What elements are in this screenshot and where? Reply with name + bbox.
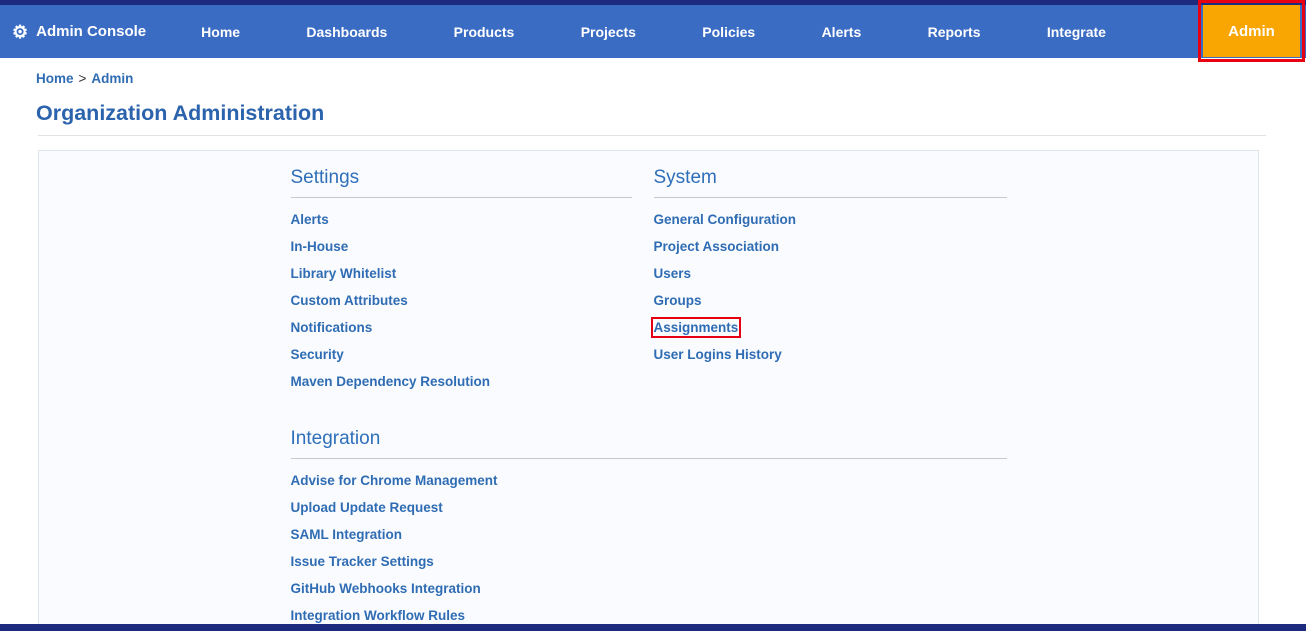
integration-heading: Integration xyxy=(290,428,1007,459)
link-in-house[interactable]: In-House xyxy=(291,239,349,254)
nav-item-integrate[interactable]: Integrate xyxy=(1047,24,1106,40)
link-custom-attributes[interactable]: Custom Attributes xyxy=(291,293,408,308)
link-alerts[interactable]: Alerts xyxy=(291,212,329,227)
nav-item-home[interactable]: Home xyxy=(201,24,240,40)
breadcrumb-admin-link[interactable]: Admin xyxy=(91,71,133,86)
brand[interactable]: ⚙ Admin Console xyxy=(12,23,146,41)
link-advise-for-chrome-management[interactable]: Advise for Chrome Management xyxy=(291,473,498,488)
list-item: Upload Update Request xyxy=(291,500,1007,515)
list-item: General Configuration xyxy=(654,212,1007,227)
link-upload-update-request[interactable]: Upload Update Request xyxy=(291,500,443,515)
title-divider xyxy=(38,135,1266,136)
list-item: Issue Tracker Settings xyxy=(291,554,1007,569)
breadcrumb: Home > Admin xyxy=(36,71,1270,86)
link-library-whitelist[interactable]: Library Whitelist xyxy=(291,266,397,281)
brand-label: Admin Console xyxy=(36,23,147,40)
top-navigation: ⚙ Admin Console Home Dashboards Products… xyxy=(0,0,1306,62)
nav-item-policies[interactable]: Policies xyxy=(702,24,755,40)
link-user-logins-history[interactable]: User Logins History xyxy=(654,347,782,362)
link-general-configuration[interactable]: General Configuration xyxy=(654,212,797,227)
link-saml-integration[interactable]: SAML Integration xyxy=(291,527,403,542)
system-section: System General Configuration Project Ass… xyxy=(650,167,1007,401)
footer-strip xyxy=(0,624,1306,631)
list-item: Custom Attributes xyxy=(291,293,632,308)
nav-item-dashboards[interactable]: Dashboards xyxy=(306,24,387,40)
page: ⚙ Admin Console Home Dashboards Products… xyxy=(0,0,1306,631)
list-item: Maven Dependency Resolution xyxy=(291,374,632,389)
nav-item-projects[interactable]: Projects xyxy=(581,24,636,40)
settings-links: Alerts In-House Library Whitelist Custom… xyxy=(291,212,632,389)
list-item: Advise for Chrome Management xyxy=(291,473,1007,488)
link-integration-workflow-rules[interactable]: Integration Workflow Rules xyxy=(291,608,466,623)
admin-panel-grid: Settings Alerts In-House Library Whiteli… xyxy=(290,167,1007,631)
link-users[interactable]: Users xyxy=(654,266,692,281)
link-assignments[interactable]: Assignments xyxy=(650,317,742,338)
navbar: ⚙ Admin Console Home Dashboards Products… xyxy=(0,0,1306,62)
list-item: User Logins History xyxy=(654,347,1007,362)
link-project-association[interactable]: Project Association xyxy=(654,239,780,254)
gear-icon: ⚙ xyxy=(12,21,29,42)
system-links: General Configuration Project Associatio… xyxy=(650,212,1007,362)
system-heading: System xyxy=(653,167,1007,198)
list-item: GitHub Webhooks Integration xyxy=(291,581,1007,596)
nav-item-products[interactable]: Products xyxy=(454,24,515,40)
list-item: Groups xyxy=(654,293,1007,308)
integration-section: Integration Advise for Chrome Management… xyxy=(290,428,1007,631)
breadcrumb-separator: > xyxy=(78,71,87,86)
integration-links: Advise for Chrome Management Upload Upda… xyxy=(291,473,1007,623)
link-security[interactable]: Security xyxy=(291,347,344,362)
breadcrumb-home-link[interactable]: Home xyxy=(36,71,74,86)
list-item: Users xyxy=(654,266,1007,281)
list-item: In-House xyxy=(291,239,632,254)
nav-item-reports[interactable]: Reports xyxy=(928,24,981,40)
link-groups[interactable]: Groups xyxy=(654,293,702,308)
link-notifications[interactable]: Notifications xyxy=(291,320,373,335)
list-item: SAML Integration xyxy=(291,527,1007,542)
list-item: Library Whitelist xyxy=(291,266,632,281)
main-content: Home > Admin Organization Administration S… xyxy=(0,71,1306,631)
link-issue-tracker-settings[interactable]: Issue Tracker Settings xyxy=(291,554,434,569)
list-item: Alerts xyxy=(291,212,632,227)
settings-section: Settings Alerts In-House Library Whiteli… xyxy=(290,167,632,401)
main-nav: Home Dashboards Products Projects Polici… xyxy=(201,24,1106,40)
link-maven-dependency-resolution[interactable]: Maven Dependency Resolution xyxy=(291,374,491,389)
list-item: Project Association xyxy=(654,239,1007,254)
page-title: Organization Administration xyxy=(36,101,325,125)
link-github-webhooks-integration[interactable]: GitHub Webhooks Integration xyxy=(291,581,481,596)
nav-item-alerts[interactable]: Alerts xyxy=(822,24,862,40)
admin-panel: Settings Alerts In-House Library Whiteli… xyxy=(38,150,1259,631)
list-item: Integration Workflow Rules xyxy=(291,608,1007,623)
list-item: Assignments xyxy=(650,317,1007,338)
list-item: Security xyxy=(291,347,632,362)
list-item: Notifications xyxy=(291,320,632,335)
admin-tab-button[interactable]: Admin xyxy=(1198,0,1305,62)
settings-heading: Settings xyxy=(290,167,632,198)
